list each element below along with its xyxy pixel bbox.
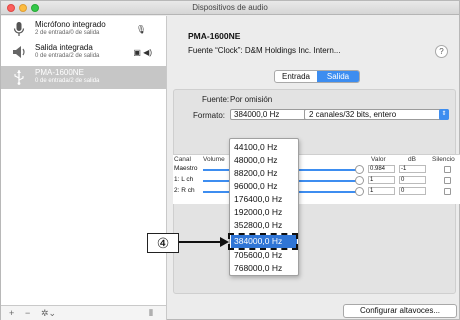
menu-item-768000[interactable]: 768000,0 Hz <box>231 262 297 275</box>
device-name: PMA-1600NE <box>35 68 84 77</box>
tab-salida[interactable]: Salida <box>317 71 359 82</box>
volume-slider-knob[interactable] <box>355 165 364 174</box>
step-callout: ④ <box>147 233 179 253</box>
audio-devices-window: Dispositivos de audio Micrófono integrad… <box>0 0 460 320</box>
device-io: 0 de entrada/2 de salida <box>35 53 100 59</box>
highlight-frame <box>228 233 298 250</box>
menu-item-176400[interactable]: 176400,0 Hz <box>231 193 297 206</box>
row-label: 1: L ch <box>174 176 194 183</box>
col-mute: Silencio <box>432 156 455 163</box>
callout-arrow-line <box>179 241 223 243</box>
volume-slider-knob[interactable] <box>355 187 364 196</box>
speaker-icon <box>13 46 25 58</box>
col-value: Valor <box>371 156 386 163</box>
value-field[interactable]: 0.984 <box>368 165 395 173</box>
value-field[interactable]: 1 <box>368 176 395 184</box>
tab-entrada[interactable]: Entrada <box>275 71 317 82</box>
remove-device-button[interactable]: − <box>25 308 30 319</box>
sidebar-toolbar: + − ✲⌄ ⦀ <box>1 305 167 320</box>
format-dropdown-menu: 44100,0 Hz 48000,0 Hz 88200,0 Hz 96000,0… <box>229 138 299 276</box>
menu-item-44100[interactable]: 44100,0 Hz <box>231 141 297 154</box>
volume-row: 1: L ch 1 0 <box>173 176 460 185</box>
window-titlebar: Dispositivos de audio <box>1 1 459 15</box>
minimize-button[interactable] <box>19 4 27 12</box>
configure-speakers-button[interactable]: Configurar altavoces... <box>343 304 457 318</box>
menu-item-48000[interactable]: 48000,0 Hz <box>231 154 297 167</box>
arrow-right-icon <box>220 237 229 247</box>
io-tabs: Entrada Salida <box>274 70 360 83</box>
maximize-button[interactable] <box>31 4 39 12</box>
clock-source-text: Fuente “Clock”: D&M Holdings Inc. Intern… <box>188 46 341 55</box>
channels-select[interactable]: 2 canales/32 bits, entero ⇕ <box>304 109 449 120</box>
output-badge-icon: ▣ ◀) <box>133 48 152 57</box>
device-io: 2 de entrada/0 de salida <box>35 30 100 36</box>
resize-handle[interactable]: ⦀ <box>149 308 153 319</box>
db-field[interactable]: 0 <box>399 176 426 184</box>
window-title: Dispositivos de audio <box>192 3 268 12</box>
value-field[interactable]: 1 <box>368 187 395 195</box>
device-name: Micrófono integrado <box>35 20 106 29</box>
channels-value: 2 canales/32 bits, entero <box>309 110 397 119</box>
row-label: Maestro <box>174 165 198 172</box>
mute-checkbox[interactable] <box>444 166 451 173</box>
db-field[interactable]: -1 <box>399 165 426 173</box>
usb-icon <box>14 70 24 85</box>
format-value: 384000,0 Hz <box>234 110 280 119</box>
device-item-speakers[interactable]: Salida integrada 0 de entrada/2 de salid… <box>1 41 166 64</box>
device-item-pma-1600ne[interactable]: PMA-1600NE 0 de entrada/2 de salida <box>1 66 166 89</box>
col-channel: Canal <box>174 156 191 163</box>
device-title: PMA-1600NE <box>188 31 241 41</box>
menu-item-88200[interactable]: 88200,0 Hz <box>231 167 297 180</box>
menu-item-352800[interactable]: 352800,0 Hz <box>231 219 297 232</box>
format-label: Formato: <box>193 111 226 120</box>
source-value: Por omisión <box>230 95 273 104</box>
menu-item-96000[interactable]: 96000,0 Hz <box>231 180 297 193</box>
device-list: Micrófono integrado 2 de entrada/0 de sa… <box>1 16 167 305</box>
col-db: dB <box>408 156 416 163</box>
help-button[interactable]: ? <box>435 45 448 58</box>
device-item-microphone[interactable]: Micrófono integrado 2 de entrada/0 de sa… <box>1 18 166 41</box>
add-device-button[interactable]: + <box>9 308 14 319</box>
updown-icon: ⇕ <box>439 109 449 120</box>
mute-checkbox[interactable] <box>444 188 451 195</box>
mute-checkbox[interactable] <box>444 177 451 184</box>
device-io: 0 de entrada/2 de salida <box>35 78 100 84</box>
col-volume: Volume <box>203 156 225 163</box>
gear-icon[interactable]: ✲⌄ <box>41 308 56 319</box>
row-label: 2: R ch <box>174 187 195 194</box>
close-button[interactable] <box>7 4 15 12</box>
device-name: Salida integrada <box>35 43 93 52</box>
menu-item-192000[interactable]: 192000,0 Hz <box>231 206 297 219</box>
microphone-icon <box>13 22 25 36</box>
volume-slider-knob[interactable] <box>355 176 364 185</box>
menu-item-705600[interactable]: 705600,0 Hz <box>231 249 297 262</box>
volume-row: 2: R ch 1 0 <box>173 187 460 196</box>
mic-badge-icon: 🎙 <box>135 25 146 34</box>
db-field[interactable]: 0 <box>399 187 426 195</box>
source-label: Fuente: <box>202 95 230 104</box>
volume-table: Canal Volume Valor dB Silencio Maestro 0… <box>173 154 460 204</box>
volume-row: Maestro 0.984 -1 <box>173 165 460 174</box>
